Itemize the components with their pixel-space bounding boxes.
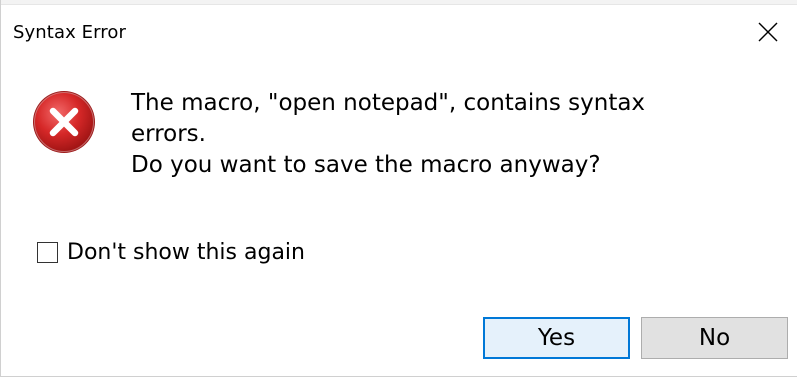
no-button[interactable]: No — [641, 317, 788, 359]
message-line-1: The macro, "open notepad", contains synt… — [131, 90, 646, 116]
dont-show-again-option[interactable]: Don't show this again — [37, 240, 305, 265]
close-button[interactable] — [739, 6, 797, 58]
error-message: The macro, "open notepad", contains synt… — [131, 88, 751, 181]
yes-button[interactable]: Yes — [483, 317, 630, 359]
error-icon — [33, 91, 95, 153]
message-line-2: errors. — [131, 121, 206, 147]
dont-show-again-checkbox[interactable] — [37, 242, 58, 263]
dialog-title: Syntax Error — [13, 22, 127, 43]
syntax-error-dialog: Syntax Error The macro, "open notepad", … — [0, 0, 797, 377]
window-top-edge — [1, 0, 797, 5]
message-line-3: Do you want to save the macro anyway? — [131, 152, 601, 178]
close-icon — [758, 22, 778, 42]
dont-show-again-label[interactable]: Don't show this again — [67, 240, 305, 265]
